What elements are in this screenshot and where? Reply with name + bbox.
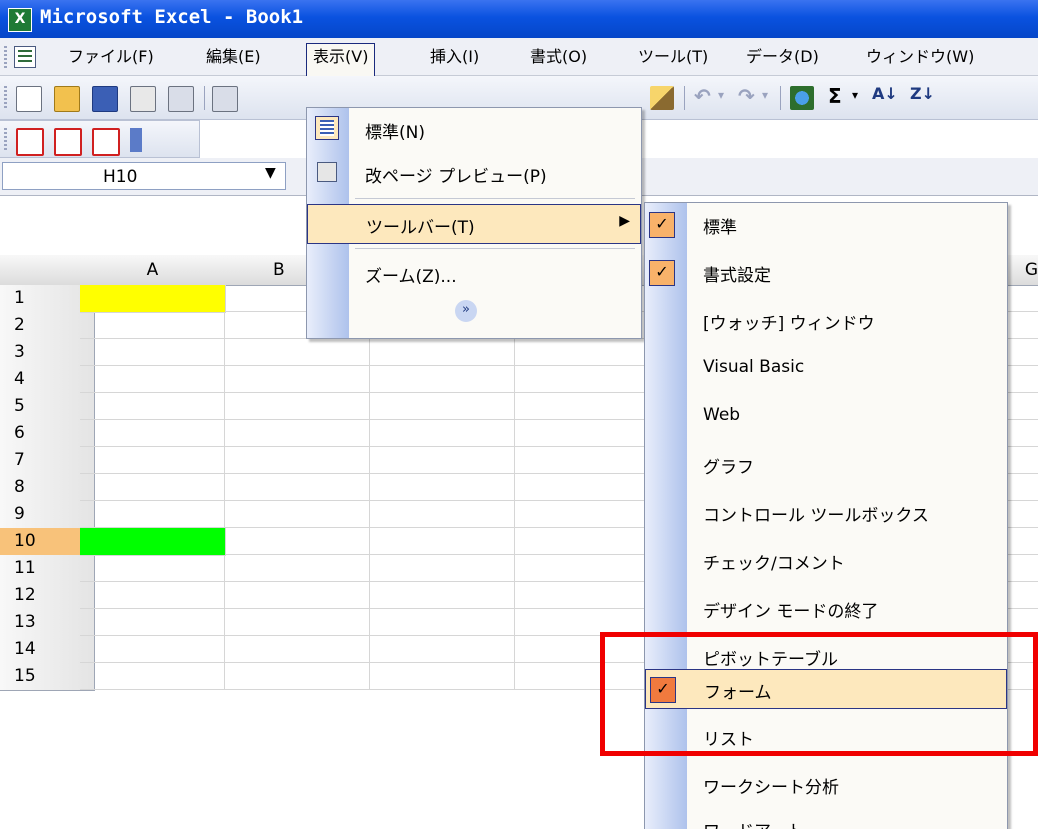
save-icon[interactable] (92, 86, 118, 112)
title-bar: X Microsoft Excel - Book1 (0, 0, 1038, 38)
toolbar-item-chart[interactable]: グラフ (645, 445, 1007, 483)
toolbar-grip[interactable] (4, 128, 7, 152)
menu-item-label: 書式設定 (703, 266, 771, 286)
menu-window[interactable]: ウィンドウ(W) (860, 44, 980, 70)
pdf-email-icon[interactable] (54, 128, 82, 156)
name-box-dropdown-icon[interactable]: ▼ (265, 165, 276, 181)
view-menu-page-break-preview[interactable]: 改ページ プレビュー(P) (307, 154, 641, 192)
menu-item-label: ズーム(Z)... (365, 267, 457, 287)
print-icon[interactable] (168, 86, 194, 112)
toolbar-separator (684, 86, 685, 110)
chevron-double-down-icon[interactable]: » (455, 300, 477, 322)
pdf-convert-icon[interactable] (16, 128, 44, 156)
sort-ascending-icon[interactable]: A↓ (872, 84, 898, 103)
checkmark-icon: ✓ (649, 260, 675, 286)
window-title: Microsoft Excel - Book1 (40, 6, 304, 28)
menu-item-label: Visual Basic (703, 357, 805, 377)
toolbar-grip[interactable] (4, 86, 7, 110)
menu-file[interactable]: ファイル(F) (62, 44, 160, 70)
undo-icon[interactable]: ↶ (694, 84, 711, 108)
toolbar-item-web[interactable]: Web (645, 397, 1007, 435)
toolbar-item-wordart[interactable]: ワードアート (645, 809, 1007, 829)
toolbar-item-formatting[interactable]: ✓ 書式設定 (645, 253, 1007, 291)
print-preview-icon[interactable] (212, 86, 238, 112)
autosum-icon[interactable]: Σ (828, 84, 842, 108)
format-painter-icon[interactable] (650, 86, 674, 110)
menu-separator (355, 248, 635, 249)
permission-icon[interactable] (130, 86, 156, 112)
menu-item-label: チェック/コメント (703, 554, 845, 574)
menu-item-label: Web (703, 405, 741, 425)
redo-dropdown-icon[interactable]: ▾ (762, 88, 768, 102)
toolbar-separator (204, 86, 205, 110)
menu-item-label: ワークシート分析 (703, 778, 839, 798)
view-menu-normal[interactable]: 標準(N) (307, 110, 641, 148)
menu-format[interactable]: 書式(O) (524, 44, 593, 70)
menu-edit[interactable]: 編集(E) (200, 44, 267, 70)
checkmark-icon: ✓ (649, 212, 675, 238)
toolbar-item-exit-design-mode[interactable]: デザイン モードの終了 (645, 589, 1007, 627)
menu-item-label: 改ページ プレビュー(P) (365, 167, 547, 187)
new-document-icon[interactable] (16, 86, 42, 112)
page-break-preview-icon (317, 162, 337, 182)
toolbar-separator (780, 86, 781, 110)
column-header-a[interactable]: A (80, 255, 226, 286)
toolbar-item-reviewing[interactable]: チェック/コメント (645, 541, 1007, 579)
pdf-toolbar (0, 120, 200, 158)
select-all-corner[interactable] (0, 255, 81, 286)
pdf-review-icon[interactable] (92, 128, 120, 156)
toolbar-item-control-toolbox[interactable]: コントロール ツールボックス (645, 493, 1007, 531)
name-box-value: H10 (103, 167, 138, 187)
undo-dropdown-icon[interactable]: ▾ (718, 88, 724, 102)
menu-item-label: デザイン モードの終了 (703, 602, 879, 622)
menu-tools[interactable]: ツール(T) (632, 44, 714, 70)
excel-app-icon[interactable]: X (8, 8, 32, 32)
view-menu-zoom[interactable]: ズーム(Z)... (307, 254, 641, 292)
normal-view-icon (315, 116, 339, 140)
menu-item-label: 標準 (703, 218, 737, 238)
toolbar-item-formula-auditing[interactable]: ワークシート分析 (645, 765, 1007, 803)
menu-item-label: ワードアート (703, 817, 804, 829)
toolbar-item-standard[interactable]: ✓ 標準 (645, 205, 1007, 243)
menu-item-label: 標準(N) (365, 123, 425, 143)
hyperlink-icon[interactable] (790, 86, 814, 110)
menu-separator (355, 198, 635, 199)
autosum-dropdown-icon[interactable]: ▾ (852, 88, 858, 102)
menu-view[interactable]: 表示(V) (306, 43, 376, 77)
open-folder-icon[interactable] (54, 86, 80, 112)
menu-insert[interactable]: 挿入(I) (424, 44, 485, 70)
annotation-highlight-box (600, 632, 1038, 756)
toolbar-options-icon[interactable] (130, 128, 142, 152)
menu-item-label: グラフ (703, 458, 754, 478)
view-menu-toolbars[interactable]: ツールバー(T) ▶ (307, 204, 641, 244)
menu-item-label: コントロール ツールボックス (703, 506, 929, 526)
menubar-grip[interactable] (4, 46, 7, 68)
submenu-arrow-icon: ▶ (619, 213, 630, 229)
menu-item-label: [ウォッチ] ウィンドウ (703, 314, 875, 334)
redo-icon[interactable]: ↷ (738, 84, 755, 108)
toolbar-item-visual-basic[interactable]: Visual Basic (645, 349, 1007, 387)
toolbar-item-watch-window[interactable]: [ウォッチ] ウィンドウ (645, 301, 1007, 339)
menu-item-label: ツールバー(T) (366, 218, 475, 238)
name-box[interactable]: H10 ▼ (2, 162, 286, 190)
sort-descending-icon[interactable]: Z↓ (910, 84, 935, 103)
workbook-icon[interactable] (14, 46, 36, 68)
view-menu-dropdown: 標準(N) 改ページ プレビュー(P) ツールバー(T) ▶ ズーム(Z)...… (306, 107, 642, 339)
menu-bar: ファイル(F) 編集(E) 表示(V) 挿入(I) 書式(O) ツール(T) デ… (0, 38, 1038, 77)
cell-a1[interactable] (80, 285, 226, 313)
menu-data[interactable]: データ(D) (740, 44, 825, 70)
cell-a10[interactable] (80, 528, 226, 556)
